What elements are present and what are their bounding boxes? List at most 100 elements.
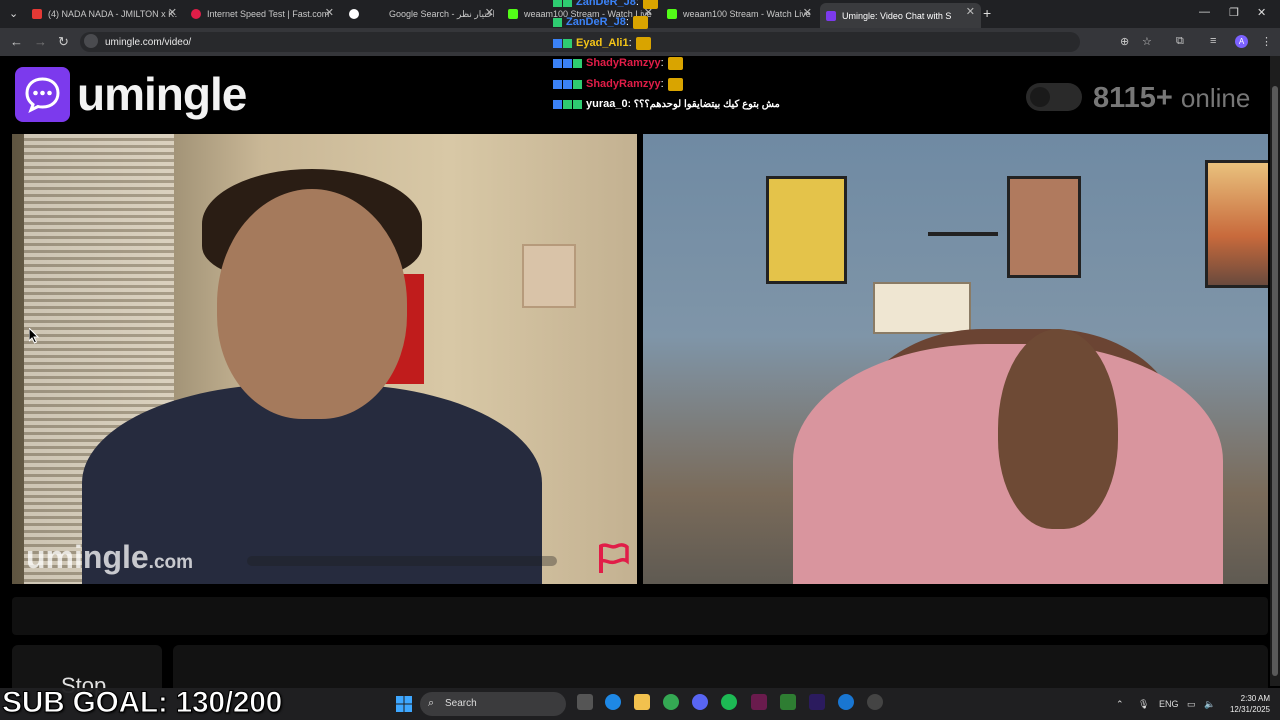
reload-icon[interactable]: ↻: [58, 34, 69, 50]
close-tab-icon[interactable]: ✕: [485, 6, 494, 19]
tab-search-chevron-icon[interactable]: ⌄: [9, 7, 18, 20]
sub-goal-overlay: SUB GOAL: 130/200: [1, 686, 283, 720]
system-clock[interactable]: 2:30 AM 12/31/2025: [1224, 693, 1270, 715]
restore-icon[interactable]: ❐: [1229, 6, 1239, 19]
profile-avatar[interactable]: A: [1235, 35, 1248, 48]
chat-message: Eyad_Ali1 :: [553, 35, 651, 51]
badge-icon: [573, 58, 582, 68]
chat-username: Eyad_Ali1: [576, 37, 629, 49]
badge-icon: [563, 38, 572, 48]
settings-gear-icon[interactable]: [867, 694, 883, 710]
tab-title: Umingle: Video Chat with S: [842, 10, 952, 21]
zoom-icon[interactable]: ⊕: [1120, 35, 1129, 48]
watermark-text: umingle: [26, 539, 149, 575]
badge-icon: [553, 58, 562, 68]
chat-text: :: [660, 78, 664, 90]
person-face: [998, 329, 1118, 529]
badge-icon: [563, 58, 572, 68]
spotify-icon[interactable]: [721, 694, 737, 710]
microphone-icon[interactable]: 🎙: [1138, 699, 1149, 710]
crown-emote-icon: [667, 56, 683, 70]
close-window-icon[interactable]: ✕: [1257, 6, 1266, 19]
chat-username: ZanDeR_J8: [576, 0, 636, 8]
report-flag-icon[interactable]: [597, 543, 629, 575]
scrollbar-thumb[interactable]: [1272, 86, 1278, 676]
mouse-cursor-icon: [29, 328, 39, 344]
person-face: [217, 189, 407, 419]
close-tab-icon[interactable]: ✕: [803, 6, 812, 19]
chat-username: ShadyRamzyy: [586, 57, 661, 69]
new-tab-plus-icon[interactable]: +: [983, 5, 991, 21]
online-toggle[interactable]: [1026, 83, 1082, 111]
online-count: 8115+: [1093, 82, 1173, 114]
network-icon[interactable]: ▭: [1187, 699, 1196, 710]
online-counter: 8115+ online: [1093, 82, 1250, 115]
tab-title: Google Search - اختيار نظر: [389, 8, 494, 19]
tray-chevron-icon[interactable]: ⌃: [1116, 699, 1124, 710]
file-explorer-icon[interactable]: [634, 694, 650, 710]
chat-message: ShadyRamzyy :: [553, 55, 683, 71]
close-tab-icon[interactable]: ✕: [168, 6, 177, 19]
media-controls-icon[interactable]: ≡: [1210, 35, 1216, 47]
task-view-icon[interactable]: [577, 694, 593, 710]
language-indicator[interactable]: ENG: [1159, 699, 1179, 709]
remote-video: [643, 134, 1268, 584]
app-icon[interactable]: [838, 694, 854, 710]
clock-time: 2:30 AM: [1240, 694, 1270, 703]
chat-text: :: [625, 16, 629, 28]
site-info-icon[interactable]: [84, 34, 98, 48]
stream-chat-overlay: ZanDeR_J8 : ZanDeR_J8 : Eyad_Ali1 : Shad…: [553, 0, 793, 112]
wall-shelf: [928, 232, 998, 236]
clock-date: 12/31/2025: [1229, 705, 1270, 714]
chat-text: :: [660, 57, 664, 69]
logo-wordmark[interactable]: umingle: [77, 67, 247, 121]
discord-icon[interactable]: [692, 694, 708, 710]
chat-username: ShadyRamzyy: [586, 78, 661, 90]
chat-username: ZanDeR_J8: [566, 16, 626, 28]
tab-youtube[interactable]: (4) NADA NADA - JMILTON x K… ✕: [32, 4, 177, 24]
premiere-icon[interactable]: [809, 694, 825, 710]
back-arrow-icon[interactable]: ←: [10, 34, 23, 49]
url-text[interactable]: umingle.com/video/: [105, 37, 191, 48]
watermark-suffix: .com: [148, 552, 194, 573]
chat-message: ZanDeR_J8 :: [553, 0, 658, 10]
app-icon[interactable]: [780, 694, 796, 710]
bookmark-star-icon[interactable]: ☆: [1142, 35, 1152, 48]
tab-title: Internet Speed Test | Fast.com: [207, 9, 330, 19]
extensions-icon[interactable]: ⧉: [1176, 35, 1184, 48]
fast-icon: [191, 9, 201, 19]
chat-text: :: [628, 37, 632, 49]
umingle-logo-icon[interactable]: [15, 67, 70, 122]
tab-google[interactable]: Google Search - اختيار نظر ✕: [349, 4, 494, 24]
menu-kebab-icon[interactable]: ⋮: [1261, 35, 1272, 48]
crown-emote-icon: [635, 36, 651, 50]
tab-fast[interactable]: Internet Speed Test | Fast.com ✕: [191, 4, 334, 24]
minimize-icon[interactable]: —: [1199, 6, 1210, 18]
forward-arrow-icon[interactable]: →: [34, 34, 47, 49]
kick-icon: [508, 9, 518, 19]
chat-text: : مش بتوع كيك بيتضايقوا لوحدهم؟؟؟: [627, 98, 780, 110]
tab-umingle[interactable]: Umingle: Video Chat with S ✕: [820, 3, 981, 28]
wall-plaque: [522, 244, 576, 308]
page-scrollbar[interactable]: [1270, 56, 1280, 686]
badge-icon: [563, 79, 572, 89]
crown-emote-icon: [642, 0, 658, 9]
taskbar-search[interactable]: ⌕ Search: [420, 692, 566, 716]
edge-icon[interactable]: [605, 694, 621, 710]
chat-text: :: [635, 0, 639, 8]
close-tab-icon[interactable]: ✕: [966, 5, 975, 18]
badge-icon: [553, 0, 562, 7]
volume-icon[interactable]: 🔈: [1204, 699, 1215, 710]
wall-poster: [1007, 176, 1081, 278]
app-icon[interactable]: [751, 694, 767, 710]
search-icon: ⌕: [428, 697, 435, 709]
chrome-icon[interactable]: [663, 694, 679, 710]
online-word: online: [1180, 83, 1251, 113]
windows-start-icon[interactable]: [396, 696, 412, 712]
badge-icon: [563, 99, 572, 109]
close-tab-icon[interactable]: ✕: [325, 6, 334, 19]
badge-icon: [573, 79, 582, 89]
search-label: Search: [445, 698, 477, 709]
chat-message: ZanDeR_J8 :: [553, 14, 648, 30]
crown-emote-icon: [632, 15, 648, 29]
